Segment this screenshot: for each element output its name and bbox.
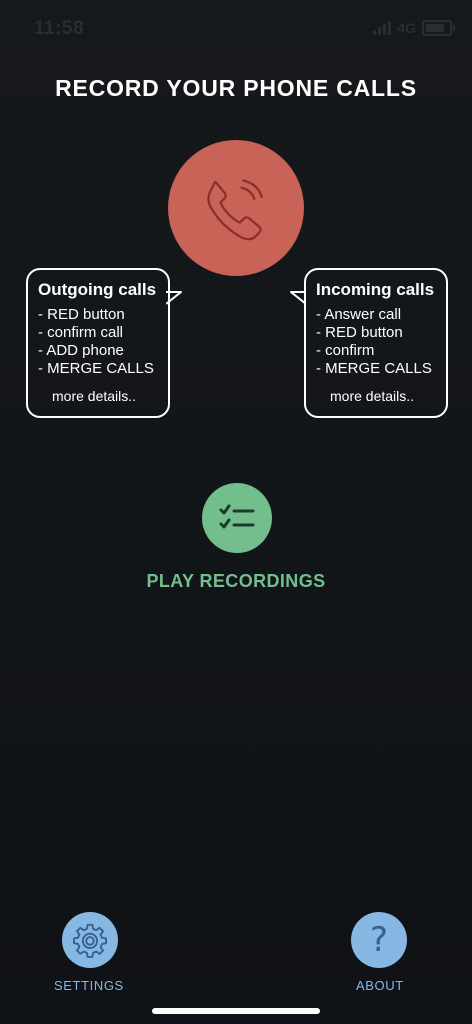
incoming-step: - Answer call bbox=[316, 306, 402, 323]
signal-icon bbox=[373, 21, 392, 35]
incoming-step: - RED button bbox=[316, 324, 403, 341]
outgoing-step: - ADD phone bbox=[38, 342, 124, 359]
phone-icon bbox=[207, 179, 263, 241]
record-call-button[interactable] bbox=[168, 140, 304, 276]
status-indicators: 4G bbox=[373, 20, 455, 36]
outgoing-step: - RED button bbox=[38, 306, 125, 323]
page-title: RECORD YOUR PHONE CALLS bbox=[55, 75, 417, 101]
settings-label[interactable]: SETTINGS bbox=[54, 978, 124, 993]
incoming-calls-title: Incoming calls bbox=[316, 280, 435, 299]
home-indicator[interactable] bbox=[152, 1008, 320, 1014]
outgoing-calls-title: Outgoing calls bbox=[38, 280, 157, 299]
outgoing-step: - MERGE CALLS bbox=[38, 360, 154, 377]
incoming-calls-bubble[interactable]: Incoming calls - Answer call - RED butto… bbox=[304, 268, 448, 418]
battery-icon bbox=[422, 20, 455, 36]
about-button[interactable]: ? bbox=[351, 912, 407, 968]
incoming-step: - confirm bbox=[316, 342, 375, 359]
checklist-icon bbox=[219, 504, 255, 529]
status-time: 11:58 bbox=[34, 18, 85, 39]
incoming-step: - MERGE CALLS bbox=[316, 360, 432, 377]
outgoing-step: - confirm call bbox=[38, 324, 124, 341]
play-recordings-label[interactable]: PLAY RECORDINGS bbox=[0, 571, 472, 592]
settings-button[interactable] bbox=[62, 912, 118, 968]
play-recordings-button[interactable] bbox=[202, 483, 272, 553]
outgoing-calls-bubble[interactable]: Outgoing calls - RED button - confirm ca… bbox=[26, 268, 170, 418]
question-icon: ? bbox=[369, 920, 389, 960]
status-bar: 11:58 4G bbox=[0, 0, 472, 56]
network-type: 4G bbox=[397, 20, 416, 36]
gear-icon bbox=[72, 923, 108, 958]
incoming-more-details-link[interactable]: more details.. bbox=[316, 388, 436, 404]
outgoing-more-details-link[interactable]: more details.. bbox=[38, 388, 158, 404]
about-label[interactable]: ABOUT bbox=[356, 978, 404, 993]
